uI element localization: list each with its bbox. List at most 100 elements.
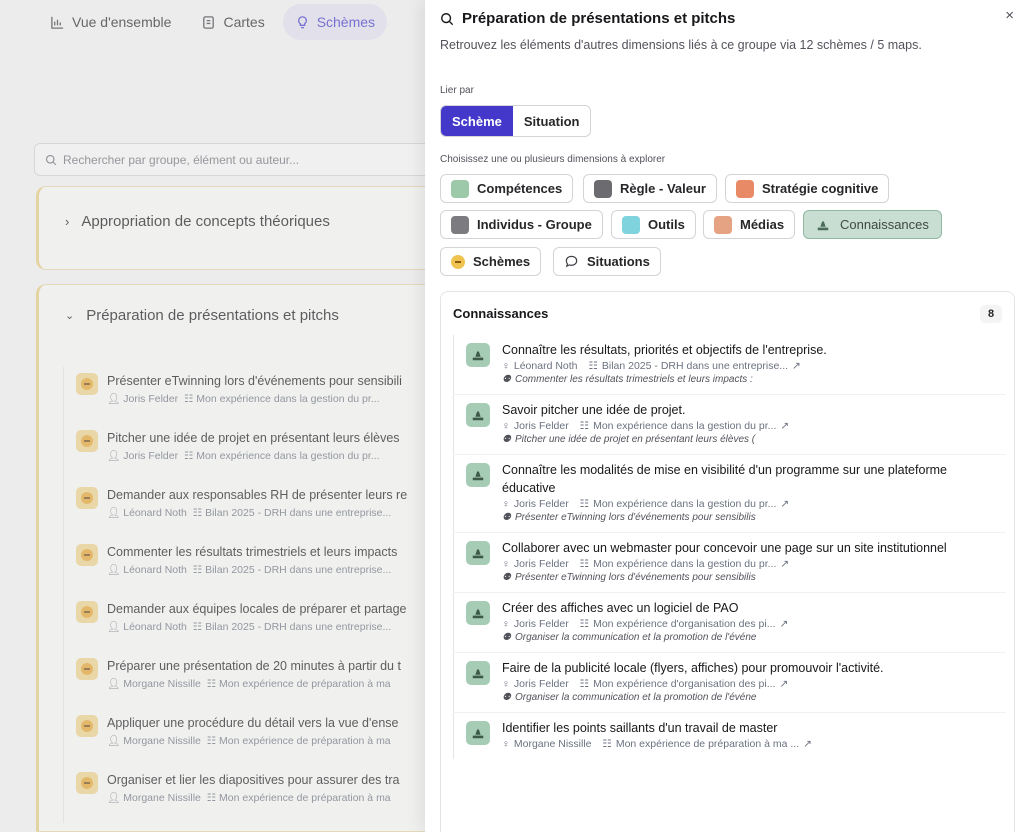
item-scheme: ⚉ Présenter eTwinning lors d'événements p…	[502, 572, 1002, 583]
item-map: Mon expérience dans la gestion du pr...	[593, 420, 777, 432]
external-link-icon[interactable]: ↗	[779, 618, 788, 630]
list-item[interactable]: Collaborer avec un webmaster pour concev…	[453, 533, 1006, 592]
external-link-icon[interactable]: ↗	[780, 498, 789, 510]
item-author: Joris Felder	[513, 420, 569, 432]
dimensions-label: Choisissez une ou plusieurs dimensions à…	[440, 154, 666, 165]
lightbulb-icon: ⚉	[502, 692, 511, 703]
rule-value-icon	[594, 179, 612, 198]
modal-backdrop[interactable]	[0, 0, 425, 832]
lightbulb-icon: ⚉	[502, 572, 511, 583]
panel-title: Préparation de présentations et pitchs	[440, 10, 735, 27]
item-meta: ♀︎ Morgane Nissille ☷ Mon expérience de pr…	[502, 738, 1002, 750]
search-icon	[441, 12, 454, 25]
list-item[interactable]: Savoir pitcher une idée de projet. ♀︎ Jor…	[453, 395, 1006, 454]
dimension-chip-individus[interactable]: Individus - Groupe	[440, 210, 603, 239]
item-meta: ♀︎ Joris Felder ☷ Mon expérience dans la g…	[502, 498, 1002, 510]
item-scheme-text: Organiser la communication et la promoti…	[514, 692, 757, 703]
media-icon	[714, 215, 732, 234]
lightbulb-icon: ⚉	[502, 512, 511, 523]
group-icon	[451, 215, 469, 234]
item-scheme-text: Commenter les résultats trimestriels et …	[514, 374, 753, 385]
item-meta: ♀︎ Joris Felder ☷ Mon expérience dans la g…	[502, 558, 1002, 570]
external-link-icon[interactable]: ↗	[780, 420, 789, 432]
chip-label: Stratégie cognitive	[762, 181, 879, 196]
item-scheme-text: Présenter eTwinning lors d'événements po…	[514, 572, 756, 583]
item-map: Mon expérience de préparation à ma ...	[615, 738, 800, 750]
list-item[interactable]: Faire de la publicité locale (flyers, af…	[453, 653, 1006, 712]
knowledge-icon	[466, 343, 490, 367]
chip-label: Médias	[740, 217, 785, 232]
map-icon: ☷	[602, 738, 612, 750]
item-scheme-text: Organiser la communication et la promoti…	[514, 632, 757, 643]
item-scheme: ⚉ Organiser la communication et la promot…	[502, 692, 1002, 703]
knowledge-icon	[466, 661, 490, 685]
results-count-badge: 8	[980, 305, 1002, 323]
dimension-chip-situations[interactable]: Situations	[553, 247, 661, 276]
item-author: Joris Felder	[513, 618, 569, 630]
lightbulb-icon: ⚉	[502, 434, 511, 445]
item-scheme-text: Présenter eTwinning lors d'événements po…	[514, 512, 756, 523]
map-icon: ☷	[579, 558, 590, 570]
dimension-chip-connaissances[interactable]: Connaissances	[803, 210, 942, 239]
item-author: Morgane Nissille	[513, 738, 592, 750]
item-meta: ♀︎ Joris Felder ☷ Mon expérience dans la g…	[502, 420, 1002, 432]
user-icon: ♀︎	[502, 618, 510, 630]
link-option-situation[interactable]: Situation	[513, 106, 591, 136]
item-title: Connaître les résultats, priorités et ob…	[502, 343, 827, 357]
chip-label: Situations	[587, 254, 650, 269]
item-title: Collaborer avec un webmaster pour concev…	[502, 541, 947, 555]
item-title: Connaître les modalités de mise en visib…	[502, 463, 947, 495]
lightbulb-icon: ⚉	[502, 374, 511, 385]
chip-label: Règle - Valeur	[620, 181, 706, 196]
dimension-chip-outils[interactable]: Outils	[611, 210, 696, 239]
chip-label: Schèmes	[473, 254, 531, 269]
dimension-chip-medias[interactable]: Médias	[703, 210, 796, 239]
dimension-chip-schemes[interactable]: Schèmes	[440, 247, 542, 276]
list-item[interactable]: Identifier les points saillants d'un tra…	[453, 713, 1006, 759]
external-link-icon[interactable]: ↗	[780, 558, 789, 570]
list-item[interactable]: Connaître les résultats, priorités et ob…	[453, 335, 1006, 394]
map-icon: ☷	[579, 678, 590, 690]
item-meta: ♀︎ Léonard Noth ☷ Bilan 2025 - DRH dans un…	[502, 360, 1002, 372]
user-icon: ♀︎	[502, 360, 510, 372]
item-title: Identifier les points saillants d'un tra…	[502, 721, 778, 735]
dimension-chip-competences[interactable]: Compétences	[440, 174, 574, 203]
link-option-scheme[interactable]: Schème	[441, 106, 513, 136]
item-map: Bilan 2025 - DRH dans une entreprise...	[601, 360, 789, 372]
item-map: Mon expérience dans la gestion du pr...	[593, 498, 777, 510]
knowledge-icon	[814, 216, 832, 234]
chip-label: Connaissances	[840, 217, 929, 232]
item-title: Créer des affiches avec un logiciel de P…	[502, 601, 739, 615]
user-icon: ♀︎	[502, 498, 510, 510]
item-author: Joris Felder	[513, 558, 569, 570]
knowledge-icon	[466, 721, 490, 745]
panel-subtitle: Retrouvez les éléments d'autres dimensio…	[440, 38, 922, 52]
close-button[interactable]: ×	[1005, 7, 1014, 24]
item-map: Mon expérience dans la gestion du pr...	[593, 558, 777, 570]
external-link-icon[interactable]: ↗	[779, 678, 788, 690]
knowledge-icon	[466, 541, 490, 565]
dimension-chip-regle-valeur[interactable]: Règle - Valeur	[583, 174, 717, 203]
external-link-icon[interactable]: ↗	[792, 360, 801, 372]
map-icon: ☷	[579, 498, 590, 510]
list-item[interactable]: Créer des affiches avec un logiciel de P…	[453, 593, 1006, 652]
list-item[interactable]: Connaître les modalités de mise en visib…	[453, 455, 1006, 532]
map-icon: ☷	[588, 360, 598, 372]
item-scheme: ⚉ Pitcher une idée de projet en présentan…	[502, 434, 1002, 445]
scheme-icon	[451, 254, 465, 269]
external-link-icon[interactable]: ↗	[803, 738, 812, 750]
knowledge-icon	[466, 601, 490, 625]
chip-label: Outils	[648, 217, 685, 232]
user-icon: ♀︎	[502, 738, 510, 750]
side-panel: Préparation de présentations et pitchs ×…	[425, 0, 1024, 832]
lightbulb-icon: ⚉	[502, 632, 511, 643]
item-meta: ♀︎ Joris Felder ☷ Mon expérience d'organis…	[502, 678, 1002, 690]
map-icon: ☷	[579, 420, 590, 432]
item-map: Mon expérience d'organisation des pi...	[593, 618, 776, 630]
item-title: Faire de la publicité locale (flyers, af…	[502, 661, 884, 675]
link-by-label: Lier par	[440, 85, 474, 96]
item-scheme-text: Pitcher une idée de projet en présentant…	[514, 434, 756, 445]
item-meta: ♀︎ Joris Felder ☷ Mon expérience d'organis…	[502, 618, 1002, 630]
chip-label: Compétences	[477, 181, 563, 196]
dimension-chip-strategie[interactable]: Stratégie cognitive	[725, 174, 890, 203]
